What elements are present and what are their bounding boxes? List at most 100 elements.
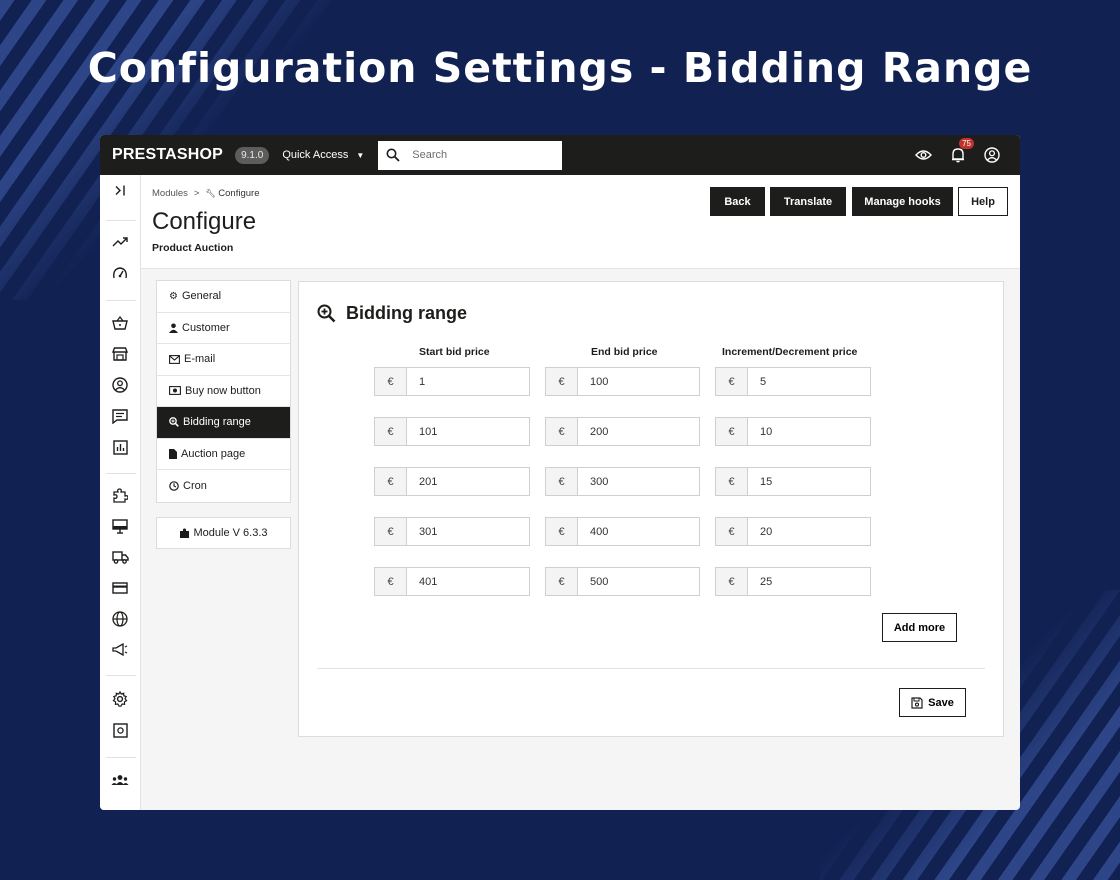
increment-value[interactable]: 10 [748, 418, 870, 445]
start-bid-input[interactable]: €101 [374, 417, 530, 446]
messages-icon[interactable] [111, 407, 129, 425]
sidebar-divider [106, 220, 136, 221]
module-version: Module V 6.3.3 [193, 527, 268, 539]
icon-sidebar [100, 175, 141, 810]
currency-addon: € [375, 418, 407, 445]
increment-value[interactable]: 5 [748, 368, 870, 395]
end-bid-input[interactable]: €100 [545, 367, 700, 396]
store-icon[interactable] [111, 345, 129, 363]
search-icon [386, 148, 400, 162]
translate-button[interactable]: Translate [770, 187, 846, 216]
end-bid-value[interactable]: 300 [578, 468, 699, 495]
start-bid-input[interactable]: €201 [374, 467, 530, 496]
file-icon [169, 448, 177, 459]
increment-input[interactable]: €5 [715, 367, 871, 396]
start-bid-input[interactable]: €301 [374, 517, 530, 546]
trending-up-icon[interactable] [111, 233, 129, 251]
save-button[interactable]: Save [899, 688, 966, 717]
start-bid-value[interactable]: 301 [407, 518, 529, 545]
tab-general[interactable]: ⚙︎ General [157, 281, 290, 313]
advanced-parameters-icon[interactable] [111, 721, 129, 739]
add-more-button[interactable]: Add more [882, 613, 957, 642]
puzzle-modules-icon[interactable] [111, 486, 129, 504]
end-bid-input[interactable]: €200 [545, 417, 700, 446]
increment-value[interactable]: 15 [748, 468, 870, 495]
increment-value[interactable]: 25 [748, 568, 870, 595]
increment-input[interactable]: €10 [715, 417, 871, 446]
increment-input[interactable]: €15 [715, 467, 871, 496]
shopping-basket-icon[interactable] [111, 314, 129, 332]
tab-label: Cron [183, 479, 207, 492]
increment-input[interactable]: €20 [715, 517, 871, 546]
tab-label: Auction page [181, 447, 246, 460]
tab-email[interactable]: E-mail [157, 344, 290, 376]
search-box[interactable]: Search [378, 140, 563, 170]
currency-addon: € [716, 568, 748, 595]
credit-card-icon[interactable] [111, 579, 129, 597]
start-bid-input[interactable]: €401 [374, 567, 530, 596]
customer-circle-icon[interactable] [111, 376, 129, 394]
breadcrumb-current: 🔧︎ Configure [205, 188, 259, 199]
tab-buy-now-button[interactable]: Buy now button [157, 376, 290, 407]
column-header-end: End bid price [591, 346, 658, 358]
globe-international-icon[interactable] [111, 610, 129, 628]
team-people-icon[interactable] [111, 771, 129, 789]
increment-input[interactable]: €25 [715, 567, 871, 596]
tab-label: General [181, 290, 222, 303]
end-bid-value[interactable]: 500 [578, 568, 699, 595]
breadcrumb-modules[interactable]: Modules [152, 188, 188, 199]
currency-addon: € [375, 518, 407, 545]
collapse-sidebar-icon[interactable] [111, 181, 129, 199]
currency-addon: € [546, 468, 578, 495]
puzzle-icon [179, 528, 189, 538]
version-badge: 9.1.0 [235, 146, 270, 164]
currency-addon: € [716, 518, 748, 545]
tab-label: Buy now button [185, 384, 261, 397]
tab-customer[interactable]: Customer [157, 313, 290, 344]
quick-access-dropdown[interactable]: Quick Access ▼ [282, 149, 364, 161]
start-bid-input[interactable]: €1 [374, 367, 530, 396]
manage-hooks-button[interactable]: Manage hooks [852, 187, 953, 216]
panel-title: Bidding range [317, 303, 467, 324]
tab-label: Customer [182, 321, 230, 334]
eye-icon[interactable] [915, 147, 932, 164]
sidebar-divider [106, 473, 136, 474]
currency-addon: € [546, 418, 578, 445]
bell-icon[interactable]: 75 [949, 137, 974, 164]
module-version-box: Module V 6.3.3 [156, 517, 291, 549]
desktop-design-icon[interactable] [111, 517, 129, 535]
start-bid-value[interactable]: 401 [407, 568, 529, 595]
panel-divider [317, 668, 985, 669]
notification-badge: 75 [959, 137, 974, 149]
tab-cron[interactable]: Cron [157, 470, 290, 502]
start-bid-value[interactable]: 101 [407, 418, 529, 445]
search-plus-icon [317, 304, 336, 323]
help-button[interactable]: Help [958, 187, 1008, 216]
end-bid-input[interactable]: €400 [545, 517, 700, 546]
tab-auction-page[interactable]: Auction page [157, 439, 290, 470]
back-button[interactable]: Back [710, 187, 765, 216]
brand-logo[interactable]: PRESTASHOP [112, 146, 223, 164]
config-tabs: ⚙︎ General Customer E-mail Buy now butto… [156, 280, 291, 503]
end-bid-input[interactable]: €300 [545, 467, 700, 496]
end-bid-input[interactable]: €500 [545, 567, 700, 596]
increment-value[interactable]: 20 [748, 518, 870, 545]
start-bid-value[interactable]: 201 [407, 468, 529, 495]
tab-label: Bidding range [183, 416, 251, 429]
stats-chart-icon[interactable] [111, 438, 129, 456]
search-input[interactable]: Search [412, 149, 447, 161]
end-bid-value[interactable]: 200 [578, 418, 699, 445]
currency-addon: € [546, 368, 578, 395]
chevron-down-icon: ▼ [356, 150, 365, 160]
end-bid-value[interactable]: 400 [578, 518, 699, 545]
user-profile-icon[interactable] [983, 147, 1000, 164]
truck-shipping-icon[interactable] [111, 548, 129, 566]
gear-settings-icon[interactable] [111, 690, 129, 708]
megaphone-marketing-icon[interactable] [111, 641, 129, 659]
tab-bidding-range[interactable]: Bidding range [157, 407, 290, 439]
currency-addon: € [716, 468, 748, 495]
dashboard-gauge-icon[interactable] [111, 264, 129, 282]
start-bid-value[interactable]: 1 [407, 368, 529, 395]
search-plus-icon [169, 417, 179, 428]
end-bid-value[interactable]: 100 [578, 368, 699, 395]
